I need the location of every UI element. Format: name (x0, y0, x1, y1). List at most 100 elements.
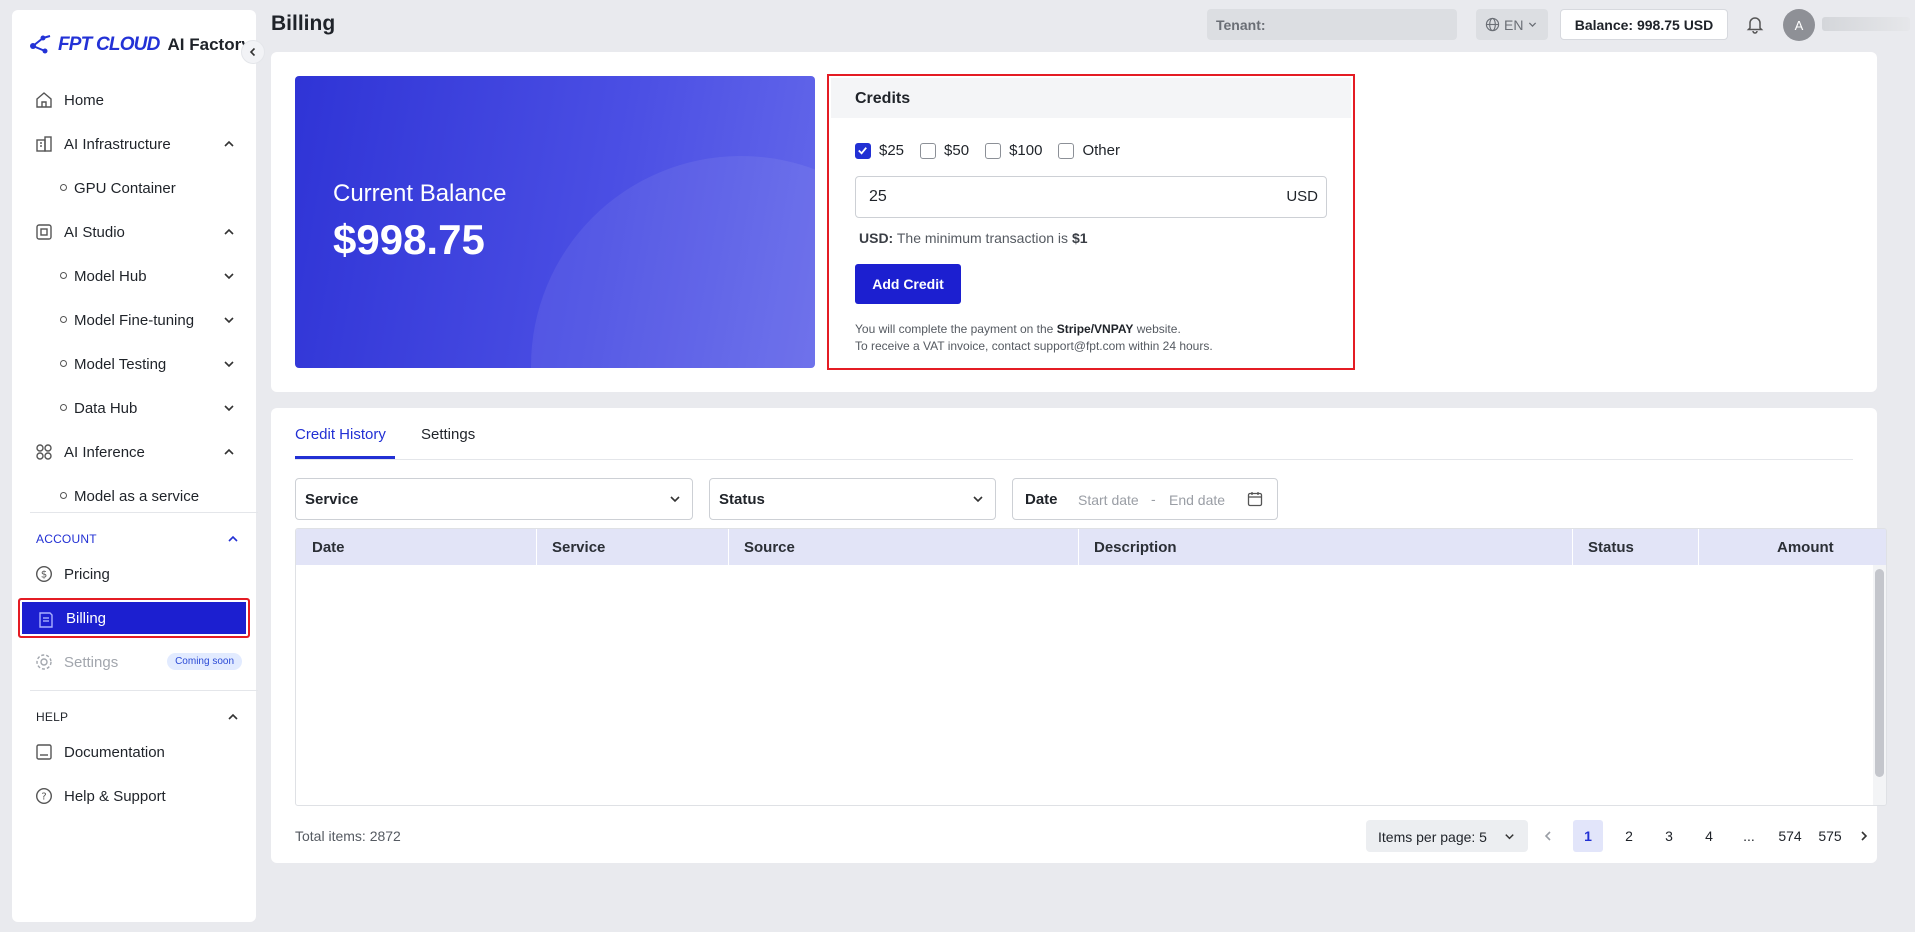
chevron-left-icon (1544, 831, 1551, 841)
credit-option-50[interactable]: $50 (920, 142, 969, 159)
min-value: $1 (1071, 230, 1088, 246)
sidebar-item-data-hub[interactable]: Data Hub (18, 388, 250, 428)
option-label: $25 (879, 142, 905, 159)
sidebar-item-gpu-container[interactable]: GPU Container (18, 168, 250, 208)
tab-settings[interactable]: Settings (421, 426, 475, 443)
pagination-page[interactable]: 4 (1694, 820, 1724, 852)
grid-icon (36, 444, 52, 460)
pagination-page[interactable]: 3 (1654, 820, 1684, 852)
checkbox[interactable] (985, 142, 1002, 159)
credits-panel: Credits $25 $50 $100 Other 25 USD USD: T… (827, 74, 1355, 370)
sidebar-item-ai-infrastructure[interactable]: AI Infrastructure (18, 124, 250, 164)
home-icon (36, 92, 52, 108)
start-date-input[interactable]: Start date (1078, 492, 1139, 508)
pagination-next[interactable] (1852, 820, 1876, 852)
sidebar: FPT CLOUD AI Factory Home AI Infrastruct… (12, 10, 265, 922)
date-range-filter[interactable]: Date Start date - End date (1012, 478, 1278, 520)
column-separator (1698, 529, 1699, 565)
collapse-sidebar-button[interactable] (241, 40, 265, 64)
calendar-icon[interactable] (1247, 491, 1263, 507)
pagination-page[interactable]: 574 (1775, 820, 1805, 852)
service-filter-label: Service (305, 491, 359, 508)
user-name[interactable] (1822, 17, 1910, 31)
pagination-page[interactable]: 1 (1573, 820, 1603, 852)
sidebar-item-billing[interactable]: Billing (18, 598, 250, 638)
sidebar-item-label: Help & Support (64, 787, 166, 805)
active-tab-indicator (295, 456, 395, 459)
tenant-label: Tenant: (1216, 17, 1266, 33)
language-value: EN (1504, 16, 1524, 33)
language-selector[interactable]: EN (1476, 9, 1548, 40)
tab-credit-history[interactable]: Credit History (295, 426, 386, 443)
section-account[interactable]: ACCOUNT (36, 532, 238, 546)
bullet-icon (60, 492, 67, 499)
sidebar-item-label: Model Hub (74, 267, 147, 285)
sidebar-item-model-testing[interactable]: Model Testing (18, 344, 250, 384)
chevron-down-icon (1505, 834, 1514, 840)
status-filter[interactable]: Status (709, 478, 996, 520)
pagination-page[interactable]: 575 (1815, 820, 1845, 852)
sidebar-item-model-as-a-service[interactable]: Model as a service (18, 476, 250, 516)
history-tabs: Credit History Settings (295, 408, 1853, 460)
sidebar-item-ai-studio[interactable]: AI Studio (18, 212, 250, 252)
pagination-ellipsis[interactable]: ... (1734, 820, 1764, 852)
chevron-down-icon (973, 496, 983, 503)
column-source: Source (744, 539, 795, 556)
balance-indicator[interactable]: Balance: 998.75 USD (1560, 9, 1728, 40)
total-items: Total items: 2872 (295, 828, 401, 844)
tenant-selector[interactable]: Tenant: (1207, 9, 1457, 40)
sidebar-item-help-support[interactable]: ? Help & Support (18, 776, 250, 816)
sidebar-item-pricing[interactable]: $ Pricing (18, 554, 250, 594)
svg-text:?: ? (41, 792, 46, 803)
amount-unit: USD (1286, 188, 1318, 205)
column-date: Date (312, 539, 345, 556)
add-credit-button[interactable]: Add Credit (855, 264, 961, 304)
bullet-icon (60, 272, 67, 279)
sidebar-item-documentation[interactable]: Documentation (18, 732, 250, 772)
section-title: ACCOUNT (36, 532, 97, 546)
status-filter-label: Status (719, 491, 765, 508)
column-separator (536, 529, 537, 565)
section-help[interactable]: HELP (36, 710, 238, 724)
help-circle-icon: ? (35, 787, 53, 805)
checkbox[interactable] (855, 142, 871, 159)
bullet-icon (60, 316, 67, 323)
option-label: $50 (944, 142, 970, 159)
sidebar-item-model-hub[interactable]: Model Hub (18, 256, 250, 296)
credit-option-25[interactable]: $25 (855, 142, 904, 159)
credit-history-card: Credit History Settings Service Status D… (271, 408, 1887, 863)
items-per-page-select[interactable]: Items per page: 5 (1366, 820, 1528, 852)
logo[interactable]: FPT CLOUD AI Factory (28, 30, 251, 60)
service-filter[interactable]: Service (295, 478, 693, 520)
amount-value: 25 (869, 188, 887, 205)
sidebar-item-label: Billing (66, 609, 107, 627)
end-date-input[interactable]: End date (1169, 492, 1225, 508)
checkbox[interactable] (920, 142, 937, 159)
pagination-prev[interactable] (1533, 820, 1563, 852)
sidebar-item-label: Model Testing (74, 355, 167, 373)
sidebar-item-ai-inference[interactable]: AI Inference (18, 432, 250, 472)
credit-option-100[interactable]: $100 (985, 142, 1042, 159)
pagination-page[interactable]: 2 (1614, 820, 1644, 852)
bullet-icon (60, 360, 67, 367)
note-line2: To receive a VAT invoice, contact suppor… (855, 339, 1213, 353)
checkbox[interactable] (1058, 142, 1075, 159)
sidebar-item-model-fine-tuning[interactable]: Model Fine-tuning (18, 300, 250, 340)
sidebar-item-label: Documentation (64, 743, 165, 761)
chevron-down-icon (224, 273, 234, 280)
option-label: Other (1082, 142, 1120, 159)
column-separator (1078, 529, 1079, 565)
credit-option-other[interactable]: Other (1058, 142, 1120, 159)
sidebar-divider (30, 690, 258, 691)
avatar[interactable]: A (1783, 9, 1815, 41)
fpt-logo-icon (30, 35, 51, 54)
credit-amount-input[interactable]: 25 USD (855, 176, 1327, 218)
items-per-page-label: Items per page: 5 (1378, 829, 1487, 845)
bell-icon[interactable] (1745, 14, 1765, 34)
chevron-up-icon (224, 140, 234, 147)
sidebar-item-label: Data Hub (74, 399, 138, 417)
sidebar-item-home[interactable]: Home (18, 80, 250, 120)
table-scrollbar[interactable] (1875, 569, 1884, 777)
chevron-up-icon (228, 535, 238, 542)
current-balance-card: Current Balance $998.75 (295, 76, 815, 368)
